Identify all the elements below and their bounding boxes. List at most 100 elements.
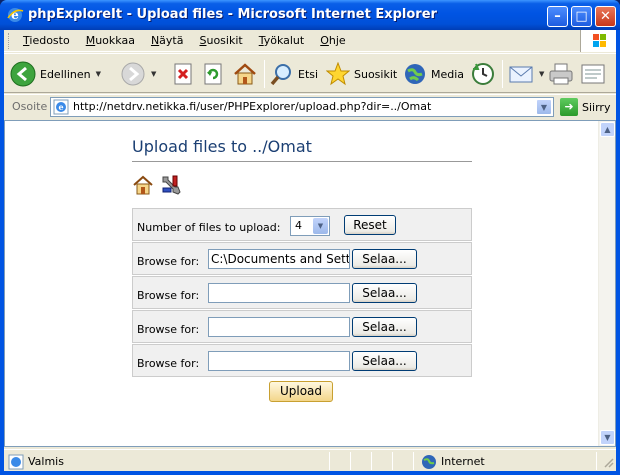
edit-button[interactable] xyxy=(580,58,606,90)
zone-cell: Internet xyxy=(421,453,485,470)
chevron-down-icon[interactable]: ▼ xyxy=(96,70,101,78)
upload-form: Number of files to upload: 4 ▼ Reset Bro… xyxy=(132,208,472,407)
toolbar-separator xyxy=(502,60,503,88)
menu-item-favorites[interactable]: Suosikit xyxy=(193,34,248,47)
chevron-down-icon: ▼ xyxy=(313,218,328,234)
status-text-cell: Valmis xyxy=(8,453,64,470)
menu-item-help[interactable]: Ohje xyxy=(314,34,351,47)
vertical-scrollbar[interactable]: ▲ ▼ xyxy=(598,121,615,446)
history-button[interactable] xyxy=(470,58,496,90)
minimize-button[interactable]: – xyxy=(547,6,568,27)
num-files-select[interactable]: 4 ▼ xyxy=(290,216,330,236)
svg-text:e: e xyxy=(58,102,63,112)
scroll-up-icon[interactable]: ▲ xyxy=(600,122,615,137)
scroll-down-icon[interactable]: ▼ xyxy=(600,430,615,445)
file-row: Browse for: Selaa... xyxy=(132,276,472,309)
mail-icon xyxy=(509,66,533,83)
toolbar-separator xyxy=(264,60,265,88)
media-button[interactable]: Media xyxy=(403,58,464,90)
file-path-input[interactable] xyxy=(208,283,350,303)
file-path-input[interactable] xyxy=(208,351,350,371)
browse-button[interactable]: Selaa... xyxy=(352,317,417,337)
browse-label: Browse for: xyxy=(137,255,200,268)
menu-grip xyxy=(8,32,11,49)
nav-icons xyxy=(132,174,472,200)
chevron-down-icon[interactable]: ▼ xyxy=(539,70,544,78)
back-arrow-icon xyxy=(10,61,36,87)
file-path-input[interactable] xyxy=(208,317,350,337)
upload-row: Upload xyxy=(132,381,472,407)
reset-button[interactable]: Reset xyxy=(344,215,396,235)
menu-bar: Tiedosto Muokkaa Näytä Suosikit Työkalut… xyxy=(4,30,616,52)
refresh-button[interactable] xyxy=(202,58,224,90)
status-divider xyxy=(329,452,330,470)
close-button[interactable]: ✕ xyxy=(595,6,616,27)
status-divider xyxy=(350,452,351,470)
address-bar: Osoite e http://netdrv.netikka.fi/user/P… xyxy=(4,94,616,118)
page-title: Upload files to ../Omat xyxy=(132,137,472,162)
menu-item-view[interactable]: Näytä xyxy=(145,34,190,47)
back-button[interactable]: Edellinen ▼ xyxy=(10,58,101,90)
browse-label: Browse for: xyxy=(137,357,200,370)
address-label: Osoite xyxy=(12,100,48,113)
print-button[interactable] xyxy=(548,58,574,90)
browse-button[interactable]: Selaa... xyxy=(352,351,417,371)
stop-icon xyxy=(174,63,192,85)
printer-icon xyxy=(549,63,573,85)
go-arrow-icon: ➜ xyxy=(560,98,578,116)
forward-button[interactable]: ▼ xyxy=(120,58,156,90)
window-title: phpExploreIt - Upload files - Microsoft … xyxy=(28,7,437,22)
browse-button[interactable]: Selaa... xyxy=(352,283,417,303)
forward-arrow-icon xyxy=(121,62,145,86)
media-globe-icon xyxy=(405,64,425,84)
search-button[interactable]: Etsi xyxy=(270,58,318,90)
favorites-button[interactable]: Suosikit xyxy=(326,58,397,90)
page-viewport: Upload files to ../Omat Number of files … xyxy=(4,120,616,447)
title-bar[interactable]: e phpExploreIt - Upload files - Microsof… xyxy=(0,0,620,30)
home-icon xyxy=(234,63,256,85)
resize-grip-icon[interactable] xyxy=(602,456,614,468)
refresh-icon xyxy=(204,63,222,85)
menu-item-file[interactable]: Tiedosto xyxy=(17,34,76,47)
status-bar: Valmis Internet xyxy=(4,449,616,471)
windows-logo-icon xyxy=(580,30,616,52)
status-divider xyxy=(413,452,414,470)
zone-text: Internet xyxy=(441,455,485,468)
go-button[interactable]: ➜ Siirry xyxy=(560,98,610,116)
address-url: http://netdrv.netikka.fi/user/PHPExplore… xyxy=(73,100,432,113)
globe-icon xyxy=(422,454,436,469)
home-icon[interactable] xyxy=(132,174,154,196)
status-divider xyxy=(596,452,597,470)
browse-label: Browse for: xyxy=(137,289,200,302)
status-text: Valmis xyxy=(28,455,64,468)
address-dropdown-icon[interactable]: ▼ xyxy=(536,99,552,115)
page-icon: e xyxy=(53,99,69,115)
maximize-button[interactable]: □ xyxy=(571,6,592,27)
edit-document-icon xyxy=(581,64,605,84)
ie-logo-icon: e xyxy=(7,8,24,22)
address-field[interactable]: e http://netdrv.netikka.fi/user/PHPExplo… xyxy=(50,97,554,117)
count-row: Number of files to upload: 4 ▼ Reset xyxy=(132,208,472,241)
mail-button[interactable]: ▼ xyxy=(508,58,544,90)
status-divider xyxy=(371,452,372,470)
standard-toolbar: Edellinen ▼ ▼ Etsi Suosikit Media ▼ xyxy=(4,53,616,93)
browser-window: e phpExploreIt - Upload files - Microsof… xyxy=(0,0,620,475)
browse-label: Browse for: xyxy=(137,323,200,336)
menu-item-tools[interactable]: Työkalut xyxy=(253,34,311,47)
menu-item-edit[interactable]: Muokkaa xyxy=(80,34,141,47)
page-icon xyxy=(8,454,24,469)
chevron-down-icon[interactable]: ▼ xyxy=(151,70,156,78)
file-row: Browse for: C:\Documents and Setti Selaa… xyxy=(132,242,472,275)
status-divider xyxy=(392,452,393,470)
stop-button[interactable] xyxy=(172,58,194,90)
file-row: Browse for: Selaa... xyxy=(132,344,472,377)
tools-icon[interactable] xyxy=(160,174,182,196)
browse-button[interactable]: Selaa... xyxy=(352,249,417,269)
num-files-label: Number of files to upload: xyxy=(137,221,281,234)
window-body: Tiedosto Muokkaa Näytä Suosikit Työkalut… xyxy=(4,30,616,471)
file-path-input[interactable]: C:\Documents and Setti xyxy=(208,249,350,269)
history-icon xyxy=(472,63,494,85)
home-button[interactable] xyxy=(232,58,258,90)
upload-button[interactable]: Upload xyxy=(269,381,333,402)
search-icon xyxy=(270,64,291,86)
